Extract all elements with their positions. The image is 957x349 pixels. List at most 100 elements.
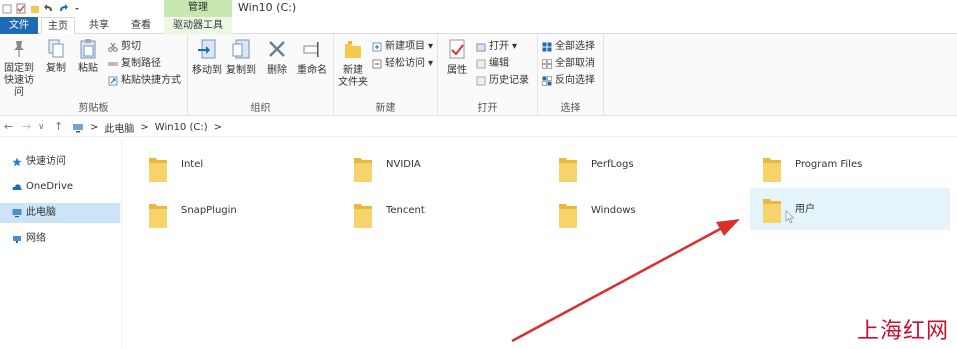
folder-name: Tencent <box>386 205 425 216</box>
sidebar-item-this-pc[interactable]: 此电脑 <box>0 203 120 223</box>
folder-icon <box>559 158 577 182</box>
cut-label: 剪切 <box>121 41 141 52</box>
open-dropdown-icon: ▾ <box>512 41 518 52</box>
folder-item[interactable]: Tencent <box>328 191 528 233</box>
paste-icon <box>80 39 96 59</box>
sidebar-item-label: 此电脑 <box>26 207 56 218</box>
properties-check-icon[interactable] <box>16 3 26 14</box>
new-folder-button[interactable]: 新建 文件夹 <box>336 38 370 89</box>
properties-label: 属性 <box>447 65 467 76</box>
invert-selection-button[interactable]: 反向选择 <box>542 73 595 88</box>
folder-name: Intel <box>181 159 204 170</box>
folder-item[interactable]: Intel <box>123 145 323 187</box>
folder-item[interactable]: NVIDIA <box>328 145 528 187</box>
breadcrumb-sep-icon: > <box>90 122 99 133</box>
window-title: Win10 (C:) <box>238 1 297 14</box>
new-group: 新建 文件夹 新建项目 ▾ 轻松访问 ▾ 新建 <box>334 34 438 116</box>
undo-icon[interactable] <box>44 3 54 14</box>
properties-icon <box>449 39 465 59</box>
mouse-cursor-icon <box>785 210 795 224</box>
folder-item[interactable]: Windows <box>533 191 733 233</box>
qat-dropdown-icon[interactable] <box>72 3 82 14</box>
pin-label-2: 快速访问 <box>4 75 34 98</box>
quick-access-toolbar <box>2 1 82 15</box>
copy-to-button[interactable]: 复制到 <box>224 38 258 77</box>
select-none-label: 全部取消 <box>555 58 595 69</box>
tab-view[interactable]: 查看 <box>124 17 158 34</box>
tab-home[interactable]: 主页 <box>41 17 75 35</box>
breadcrumb-sep-icon: > <box>140 122 149 133</box>
edit-button[interactable]: 编辑 <box>476 56 509 71</box>
move-to-label: 移动到 <box>192 65 222 76</box>
copy-path-button[interactable]: 复制路径 <box>108 56 161 71</box>
scissors-icon <box>108 42 118 52</box>
back-arrow-icon[interactable]: ← <box>4 120 13 133</box>
folder-icon <box>763 158 781 182</box>
clipboard-group-label: 剪贴板 <box>78 103 109 114</box>
folder-name: Windows <box>591 205 636 216</box>
select-all-icon <box>542 42 552 51</box>
history-icon <box>476 76 486 85</box>
cut-button[interactable]: 剪切 <box>108 39 141 54</box>
new-folder-qat-icon[interactable] <box>30 3 40 14</box>
sidebar-item-quick-access[interactable]: 快速访问 <box>0 152 120 172</box>
folder-icon <box>149 204 167 228</box>
cloud-icon <box>12 184 22 190</box>
computer-icon <box>12 209 22 218</box>
breadcrumb: > 此电脑 > Win10 (C:) > <box>72 120 222 135</box>
paste-shortcut-button[interactable]: 粘贴快捷方式 <box>108 73 181 88</box>
breadcrumb-drive[interactable]: Win10 (C:) <box>155 122 208 133</box>
this-pc-icon <box>73 123 83 132</box>
sidebar-item-label: 网络 <box>26 233 46 244</box>
properties-button[interactable]: 属性 <box>442 38 472 77</box>
select-all-label: 全部选择 <box>555 41 595 52</box>
select-none-button[interactable]: 全部取消 <box>542 56 595 71</box>
up-arrow-icon[interactable]: ↑ <box>54 120 63 133</box>
open-group: 属性 打开 ▾ 编辑 历史记录 打开 <box>438 34 538 116</box>
invert-selection-icon <box>542 75 552 86</box>
manage-context-tab[interactable]: 管理 <box>164 0 232 17</box>
navigation-pane: 快速访问 OneDrive 此电脑 网络 <box>0 140 122 349</box>
history-button[interactable]: 历史记录 <box>476 73 529 88</box>
easy-access-button[interactable]: 轻松访问 ▾ <box>372 56 433 71</box>
new-folder-icon <box>345 41 361 58</box>
move-to-button[interactable]: 移动到 <box>190 38 224 77</box>
select-none-icon <box>542 58 552 69</box>
copy-label: 复制 <box>46 63 66 74</box>
tab-drive-tools[interactable]: 驱动器工具 <box>164 17 232 34</box>
folder-item-users-highlighted[interactable]: 用户 <box>750 188 950 230</box>
forward-arrow-icon[interactable]: → <box>22 120 31 133</box>
easy-access-dropdown-icon: ▾ <box>428 58 434 69</box>
rename-button[interactable]: 重命名 <box>294 38 330 77</box>
select-all-button[interactable]: 全部选择 <box>542 39 595 54</box>
open-button[interactable]: 打开 ▾ <box>476 39 517 54</box>
recent-dropdown-icon[interactable]: ∨ <box>38 122 45 132</box>
pin-quick-access-button[interactable]: 固定到 快速访问 <box>0 38 38 99</box>
delete-button[interactable]: 删除 <box>264 38 290 77</box>
title-bar: 管理 Win10 (C:) <box>0 0 957 17</box>
folder-item[interactable]: SnapPlugin <box>123 191 323 233</box>
paste-button[interactable]: 粘贴 <box>74 38 102 75</box>
sidebar-item-onedrive[interactable]: OneDrive <box>0 177 120 197</box>
move-to-icon <box>198 39 216 59</box>
breadcrumb-this-pc[interactable]: 此电脑 <box>104 120 134 135</box>
copy-to-icon <box>232 39 250 59</box>
new-item-label: 新建项目 <box>385 41 425 52</box>
paste-shortcut-icon <box>108 76 118 85</box>
tab-share[interactable]: 共享 <box>82 17 116 34</box>
new-item-button[interactable]: 新建项目 ▾ <box>372 39 433 54</box>
new-item-dropdown-icon: ▾ <box>428 41 434 52</box>
rename-icon <box>303 42 319 57</box>
folder-item[interactable]: Program Files <box>737 145 937 187</box>
sidebar-item-network[interactable]: 网络 <box>0 229 120 249</box>
edit-icon <box>476 59 486 68</box>
breadcrumb-sep-icon: > <box>213 122 223 133</box>
tab-file[interactable]: 文件 <box>0 17 38 34</box>
organize-group-label: 组织 <box>250 103 271 114</box>
copy-button[interactable]: 复制 <box>42 38 70 75</box>
folder-item[interactable]: PerfLogs <box>533 145 733 187</box>
open-icon <box>476 43 486 51</box>
folder-name: PerfLogs <box>591 159 634 170</box>
redo-icon[interactable] <box>58 3 68 14</box>
copy-path-label: 复制路径 <box>121 58 161 69</box>
